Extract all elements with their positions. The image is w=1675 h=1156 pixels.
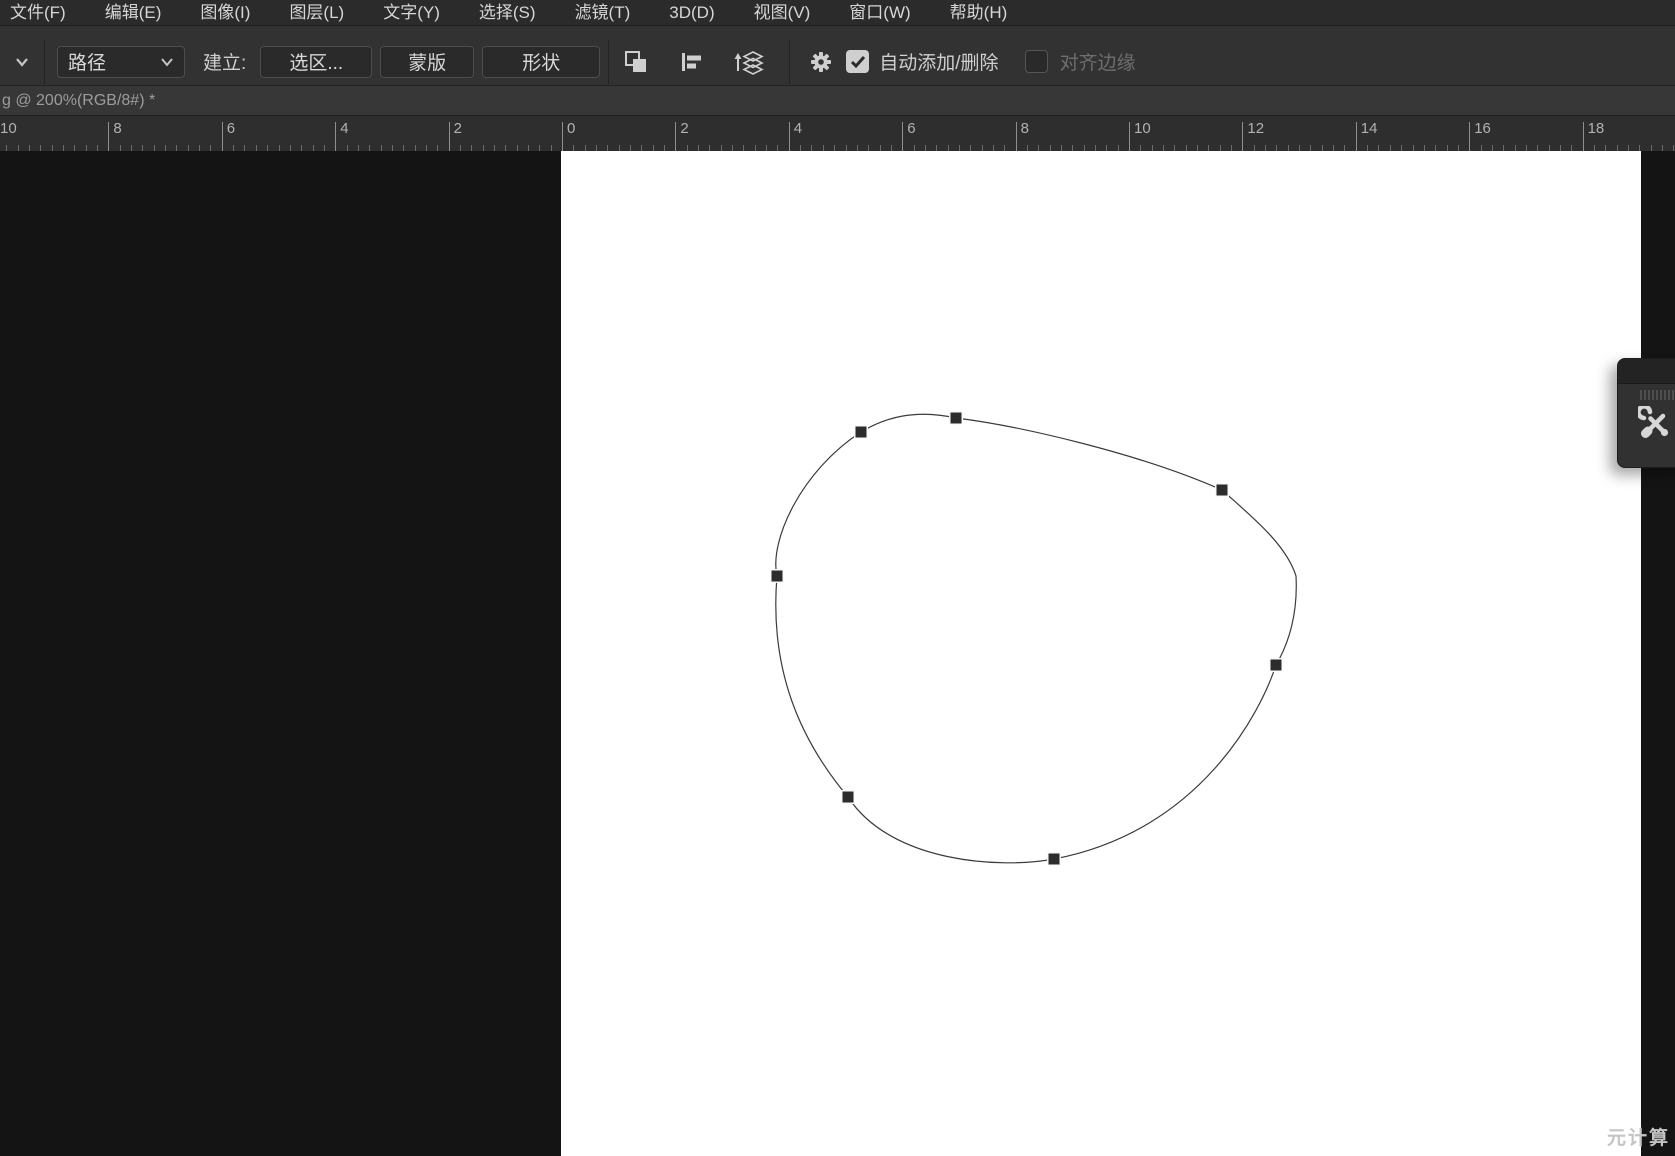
tool-options-bar: 路径 建立: 选区... 蒙版 形状 [0,25,1675,85]
menu-3d[interactable]: 3D(D) [669,1,714,25]
path-operations-icon[interactable] [623,49,649,75]
tool-mode-select[interactable]: 路径 [57,46,185,78]
menu-edit[interactable]: 编辑(E) [105,1,162,25]
horizontal-ruler[interactable]: 10 8 6 4 2 0 2 4 6 8 10 12 14 16 18 [0,115,1675,151]
gear-icon[interactable] [808,49,834,75]
menu-image[interactable]: 图像(I) [200,1,250,25]
auto-add-delete-label: 自动添加/删除 [879,48,998,75]
check-icon [850,55,866,69]
options-separator [608,40,609,84]
menu-window[interactable]: 窗口(W) [849,1,910,25]
path-alignment-icon[interactable] [679,49,705,75]
ruler-major-tick [789,122,790,151]
ruler-label: 8 [1021,120,1029,137]
anchor-point[interactable] [856,427,867,438]
align-edges-label: 对齐边缘 [1060,48,1136,75]
ruler-label: 16 [1474,120,1491,137]
menu-view[interactable]: 视图(V) [754,1,811,25]
make-label: 建立: [203,48,246,75]
ruler-label: 2 [680,120,688,137]
watermark: 元计算 [1607,1123,1670,1150]
ruler-label: 2 [454,120,462,137]
document-canvas[interactable] [561,151,1641,1156]
make-selection-button[interactable]: 选区... [260,46,372,78]
tool-preset-chevron-down-icon[interactable] [14,56,30,68]
options-separator [44,40,45,84]
panel-grip [1618,390,1675,400]
menu-type[interactable]: 文字(Y) [383,1,440,25]
menu-bar: 文件(F) 编辑(E) 图像(I) 图层(L) 文字(Y) 选择(S) 滤镜(T… [0,0,1675,25]
anchor-point[interactable] [1217,485,1228,496]
pasteboard: ✕ 元计算 [0,151,1675,1156]
ruler-label: 6 [907,120,915,137]
chevron-down-icon [160,57,174,67]
tools-flyout-panel[interactable]: ✕ [1617,358,1675,468]
ruler-label: 10 [0,120,17,137]
menu-select[interactable]: 选择(S) [479,1,536,25]
tool-mode-value: 路径 [68,48,160,75]
ruler-major-tick [335,122,336,151]
pen-path[interactable] [561,151,1641,1156]
ruler-major-tick [1583,122,1584,151]
ruler-label: 14 [1361,120,1378,137]
align-edges-checkbox[interactable] [1025,50,1048,73]
menu-layer[interactable]: 图层(L) [289,1,344,25]
anchor-point[interactable] [1271,660,1282,671]
document-tab-bar: g @ 200%(RGB/8#) * [0,85,1675,115]
auto-add-delete-checkbox[interactable] [846,50,869,73]
ruler-label: 0 [567,120,575,137]
ruler-label: 4 [340,120,348,137]
options-separator [789,40,790,84]
ruler-label: 12 [1247,120,1264,137]
anchor-point[interactable] [951,413,962,424]
ruler-major-tick [675,122,676,151]
flyout-panel-header[interactable]: ✕ [1618,359,1675,384]
menu-file[interactable]: 文件(F) [10,1,66,25]
anchor-point[interactable] [772,571,783,582]
menu-filter[interactable]: 滤镜(T) [575,1,631,25]
tools-icon[interactable] [1638,406,1675,447]
make-shape-button[interactable]: 形状 [482,46,600,78]
ruler-major-tick [222,122,223,151]
ruler-label: 6 [227,120,235,137]
document-tab[interactable]: g @ 200%(RGB/8#) * [0,92,155,110]
ruler-label: 8 [113,120,121,137]
ruler-label: 18 [1588,120,1605,137]
ruler-label: 4 [794,120,802,137]
ruler-major-tick [1469,122,1470,151]
ruler-major-tick [902,122,903,151]
anchor-point[interactable] [843,792,854,803]
ruler-major-tick [449,122,450,151]
ruler-major-tick [1356,122,1357,151]
ruler-major-tick [1016,122,1017,151]
menu-help[interactable]: 帮助(H) [950,1,1008,25]
ruler-major-tick [108,122,109,151]
ruler-major-tick [1242,122,1243,151]
make-mask-button[interactable]: 蒙版 [380,46,474,78]
anchor-point[interactable] [1049,854,1060,865]
ruler-major-tick [562,122,563,151]
ruler-major-tick [1129,122,1130,151]
path-arrangement-icon[interactable] [733,49,765,75]
ruler-label: 10 [1134,120,1151,137]
